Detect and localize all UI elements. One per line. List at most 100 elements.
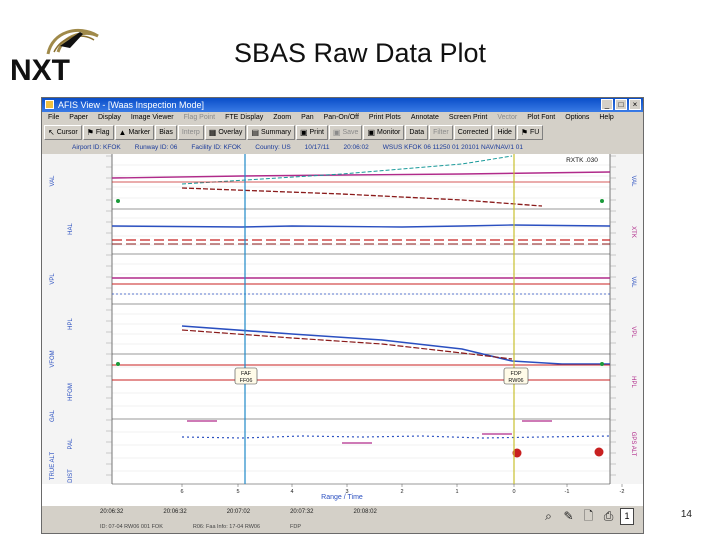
x-axis-label: Range / Time: [321, 494, 363, 501]
left-axis-label: DIST: [68, 469, 74, 483]
toolbar-label: Corrected: [457, 129, 489, 136]
menu-item-file[interactable]: File: [48, 112, 59, 124]
left-axis-label: PAL: [68, 438, 74, 450]
menu-item-pan[interactable]: Pan: [301, 112, 313, 124]
toolbar-filter-button[interactable]: Filter: [429, 125, 453, 140]
fdp-annotation: FDPRW06: [503, 367, 529, 385]
toolbar-fu-button[interactable]: ⚑ FU: [516, 125, 544, 140]
menu-item-zoom[interactable]: Zoom: [273, 112, 291, 124]
toolbar-label: Data: [409, 129, 425, 136]
x-tick-label: 6: [180, 489, 183, 495]
fdp-annotation-text: RW06: [508, 378, 523, 384]
page-spin-input[interactable]: 1: [620, 508, 634, 525]
toolbar-print-button[interactable]: ▣ Print: [295, 125, 328, 140]
green-marker: [116, 362, 120, 366]
menu-item-flag-point[interactable]: Flag Point: [184, 112, 216, 124]
window-title: AFIS View - [Waas Inspection Mode]: [58, 100, 205, 110]
x-tick-label: -2: [620, 489, 625, 495]
menu-item-help[interactable]: Help: [599, 112, 613, 124]
status-field: R06: Faa Info: 17-04 RW06: [192, 524, 261, 530]
red-marker: [594, 447, 604, 457]
status-time: 20:08:02: [353, 509, 377, 515]
pencil-icon[interactable]: ✎: [560, 508, 577, 525]
faf-annotation-text: FAF: [241, 371, 252, 377]
green-marker: [600, 362, 604, 366]
menu-item-plot-font[interactable]: Plot Font: [527, 112, 555, 124]
facility-id: Facility ID: KFOK: [191, 144, 242, 151]
toolbar-label: FU: [530, 129, 540, 136]
x-tick-label: -1: [565, 489, 570, 495]
x-tick-label: 4: [290, 489, 293, 495]
procedure-id: WSUS KFOK 06 11250 01 20101 NAV/NAV/1 01: [382, 144, 523, 151]
toolbar-overlay-button[interactable]: ▦ Overlay: [204, 125, 247, 140]
menu-item-paper[interactable]: Paper: [69, 112, 88, 124]
status-field: ID: 07-04 RW06 001 FOK: [100, 524, 163, 530]
runway-id: Runway ID: 06: [134, 144, 178, 151]
toolbar-corrected-button[interactable]: Corrected: [453, 125, 493, 140]
minimize-button[interactable]: _: [601, 99, 613, 110]
maximize-button[interactable]: □: [615, 99, 627, 110]
toolbar-flag-icon: ⚑: [86, 128, 94, 137]
left-axis-label: GAL: [50, 409, 56, 422]
toolbar-cursor-button[interactable]: ↖ Cursor: [44, 125, 82, 140]
toolbar-monitor-button[interactable]: ▣ Monitor: [363, 125, 405, 140]
toolbar-interp-button[interactable]: Interp: [177, 125, 204, 140]
page-icon[interactable]: 🗋: [580, 508, 597, 525]
menu-item-options[interactable]: Options: [565, 112, 589, 124]
menu-item-display[interactable]: Display: [98, 112, 121, 124]
menu-item-vector[interactable]: Vector: [497, 112, 517, 124]
menu-item-fte-display[interactable]: FTE Display: [225, 112, 263, 124]
status-time: 20:07:32: [290, 509, 314, 515]
toolbar-label: Bias: [159, 129, 173, 136]
window-titlebar[interactable]: AFIS View - [Waas Inspection Mode] _ □ ×: [42, 98, 643, 112]
right-axis-label: GPS ALT: [630, 432, 636, 457]
toolbar-marker-button[interactable]: ▲ Marker: [114, 125, 155, 140]
left-axis-label: VAL: [50, 175, 56, 187]
menu-item-screen-print[interactable]: Screen Print: [449, 112, 488, 124]
close-button[interactable]: ×: [629, 99, 641, 110]
status-time: 20:06:32: [163, 509, 187, 515]
toolbar-label: Print: [309, 129, 324, 136]
left-axis-label: HAL: [68, 223, 74, 235]
fdp-annotation-text: FDP: [511, 371, 522, 377]
toolbar-label: Save: [342, 129, 359, 136]
toolbar-label: Cursor: [56, 129, 78, 136]
right-axis-label: VAL: [630, 176, 636, 188]
toolbar-overlay-icon: ▦: [208, 128, 217, 137]
toolbar-flag-button[interactable]: ⚑ Flag: [82, 125, 114, 140]
app-icon: [45, 100, 54, 109]
x-tick-label: 0: [512, 489, 515, 495]
green-marker: [600, 199, 604, 203]
toolbar-save-button[interactable]: ▣ Save: [328, 125, 363, 140]
toolbar-summary-button[interactable]: ▤ Summary: [247, 125, 295, 140]
toolbar-hide-button[interactable]: Hide: [493, 125, 516, 140]
green-marker: [116, 199, 120, 203]
menu-item-image-viewer[interactable]: Image Viewer: [131, 112, 174, 124]
country: Country: US: [255, 144, 291, 151]
page-number: 14: [680, 509, 692, 520]
flight-info-bar: Airport ID: KFOK Runway ID: 06 Facility …: [72, 143, 612, 153]
search-icon[interactable]: ⌕: [540, 508, 557, 525]
menu-item-pan-on-off[interactable]: Pan-On/Off: [324, 112, 359, 124]
menu-item-annotate[interactable]: Annotate: [411, 112, 439, 124]
toolbar-label: Overlay: [218, 129, 243, 136]
status-time: 20:07:02: [226, 509, 251, 515]
time: 20:06:02: [343, 144, 369, 151]
left-axis-label: HFOM: [68, 383, 74, 401]
toolbar-label: Filter: [433, 129, 449, 136]
toolbar-data-button[interactable]: Data: [405, 125, 429, 140]
spin-down-icon[interactable]: ▾: [637, 508, 643, 525]
raw-data-plot[interactable]: RXTK .030 FAFFF06 FDPRW06 VAL HAL VPL HPL VFOM H…: [42, 154, 643, 506]
toolbar-label: Summary: [261, 129, 291, 136]
faf-annotation-text: FF06: [240, 378, 253, 384]
toolbar-label: Flag: [95, 129, 110, 136]
toolbar-bias-button[interactable]: Bias: [155, 125, 177, 140]
print-icon[interactable]: ⎙: [600, 508, 617, 525]
toolbar-label: Hide: [497, 129, 512, 136]
toolbar-label: Marker: [128, 129, 151, 136]
left-axis-label: HPL: [68, 318, 74, 330]
right-axis-label: XTK: [630, 226, 636, 238]
menu-item-print-plots[interactable]: Print Plots: [369, 112, 401, 124]
toolbar-label: Monitor: [377, 129, 401, 136]
toolbar-print-icon: ▣: [299, 128, 308, 137]
